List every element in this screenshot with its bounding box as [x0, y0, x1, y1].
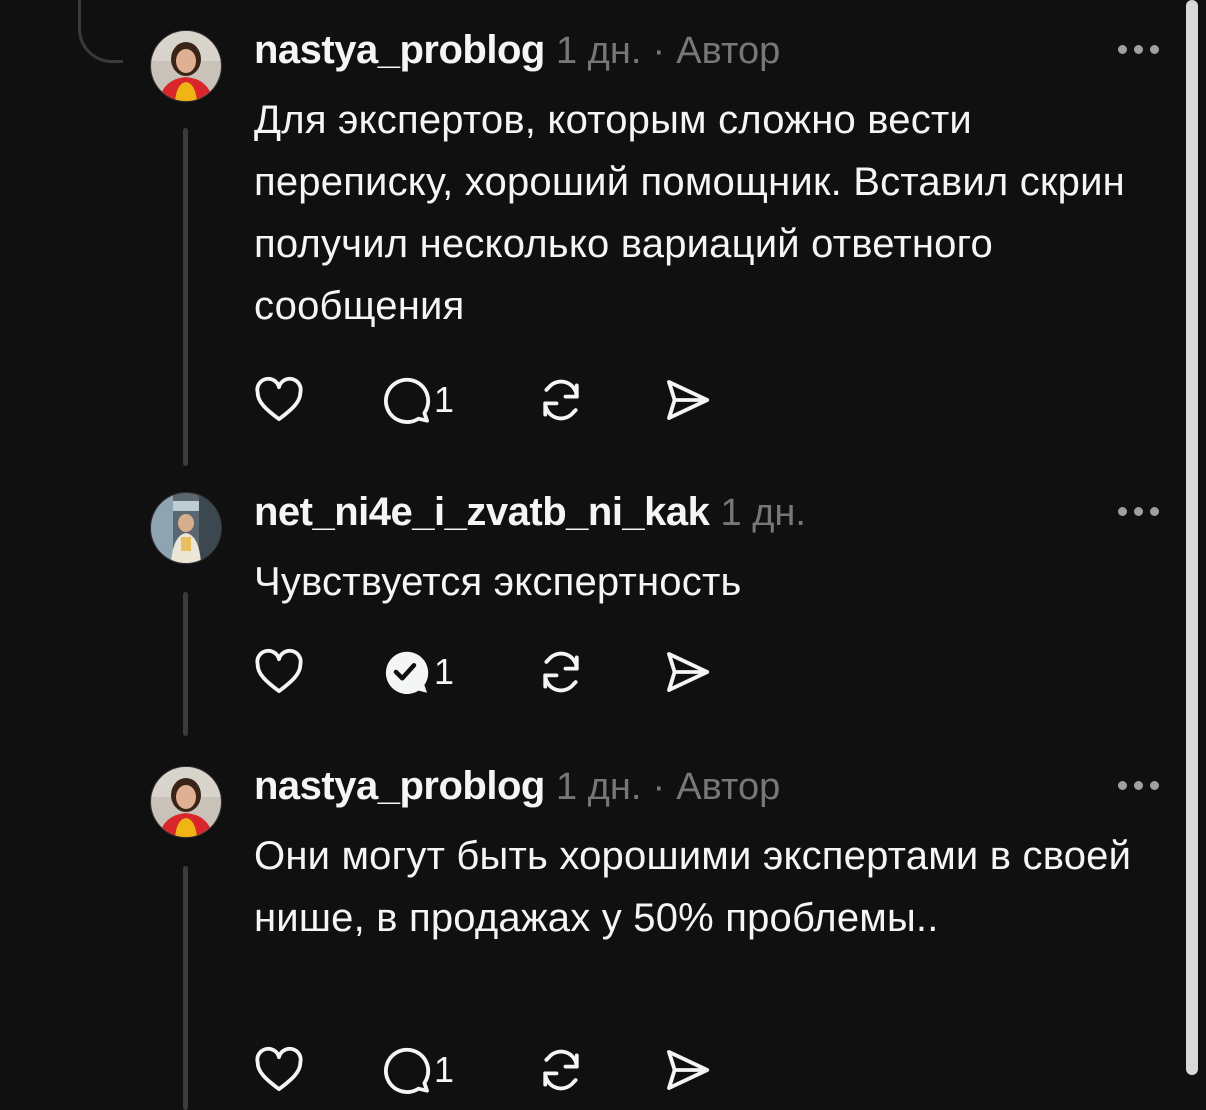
- comment-text: Чувствуется экспертность: [254, 560, 742, 604]
- author-badge: Автор: [676, 766, 781, 808]
- avatar[interactable]: [150, 492, 222, 564]
- reply-count: 1: [434, 379, 455, 420]
- avatar[interactable]: [150, 30, 222, 102]
- thread-connector-curve: [78, 0, 123, 63]
- action-bar: 1: [252, 370, 732, 430]
- like-button[interactable]: [252, 642, 306, 702]
- reply-count: 1: [434, 651, 455, 692]
- heart-icon: [255, 376, 303, 422]
- scrollbar[interactable]: [1186, 0, 1198, 1075]
- timestamp: 1 дн.: [555, 766, 642, 808]
- repost-icon: [543, 379, 579, 421]
- avatar-photo: [151, 31, 221, 101]
- meta-separator: ·: [652, 766, 666, 808]
- meta-separator: ·: [652, 30, 666, 72]
- repost-button[interactable]: [534, 1040, 588, 1100]
- thread-line: [183, 592, 188, 736]
- repost-button[interactable]: [534, 370, 588, 430]
- author-badge: Автор: [676, 30, 781, 72]
- send-icon: [667, 380, 710, 420]
- thread-line: [183, 128, 188, 466]
- send-icon: [667, 652, 710, 692]
- action-bar: 1: [252, 1040, 732, 1100]
- heart-icon: [255, 648, 303, 694]
- username[interactable]: nastya_problog: [254, 28, 545, 72]
- timestamp: 1 дн.: [720, 492, 806, 534]
- reply-button[interactable]: 1: [378, 370, 454, 430]
- reply-button[interactable]: 1: [378, 642, 454, 702]
- repost-icon: [543, 1049, 579, 1091]
- timestamp: 1 дн.: [555, 30, 642, 72]
- comment-header: nastya_problog 1 дн. · Автор: [254, 26, 780, 75]
- share-button[interactable]: [660, 642, 714, 702]
- comment-header: net_ni4e_i_zvatb_ni_kak 1 дн.: [254, 488, 806, 537]
- comment-text: Для экспертов, которым сложно вести пере…: [254, 98, 1125, 328]
- repost-button[interactable]: [534, 642, 588, 702]
- username[interactable]: nastya_problog: [254, 764, 545, 808]
- reply-count: 1: [434, 1049, 455, 1090]
- speech-bubble-check-icon: [385, 651, 429, 695]
- like-button[interactable]: [252, 370, 306, 430]
- share-button[interactable]: [660, 370, 714, 430]
- reply-button[interactable]: 1: [378, 1040, 454, 1100]
- like-button[interactable]: [252, 1040, 306, 1100]
- more-icon[interactable]: [1118, 501, 1166, 521]
- comment-text: Они могут быть хорошими экспертами в сво…: [254, 834, 1132, 940]
- heart-icon: [255, 1046, 303, 1092]
- avatar-photo: [151, 493, 221, 563]
- speech-bubble-icon: [383, 377, 431, 424]
- thread-line: [183, 866, 188, 1110]
- more-icon[interactable]: [1118, 39, 1166, 59]
- avatar[interactable]: [150, 766, 222, 838]
- comment-header: nastya_problog 1 дн. · Автор: [254, 762, 780, 811]
- avatar-photo: [151, 767, 221, 837]
- speech-bubble-icon: [383, 1047, 431, 1094]
- more-icon[interactable]: [1118, 775, 1166, 795]
- repost-icon: [543, 651, 579, 693]
- username[interactable]: net_ni4e_i_zvatb_ni_kak: [254, 490, 710, 534]
- share-button[interactable]: [660, 1040, 714, 1100]
- send-icon: [667, 1050, 710, 1090]
- action-bar: 1: [252, 642, 732, 702]
